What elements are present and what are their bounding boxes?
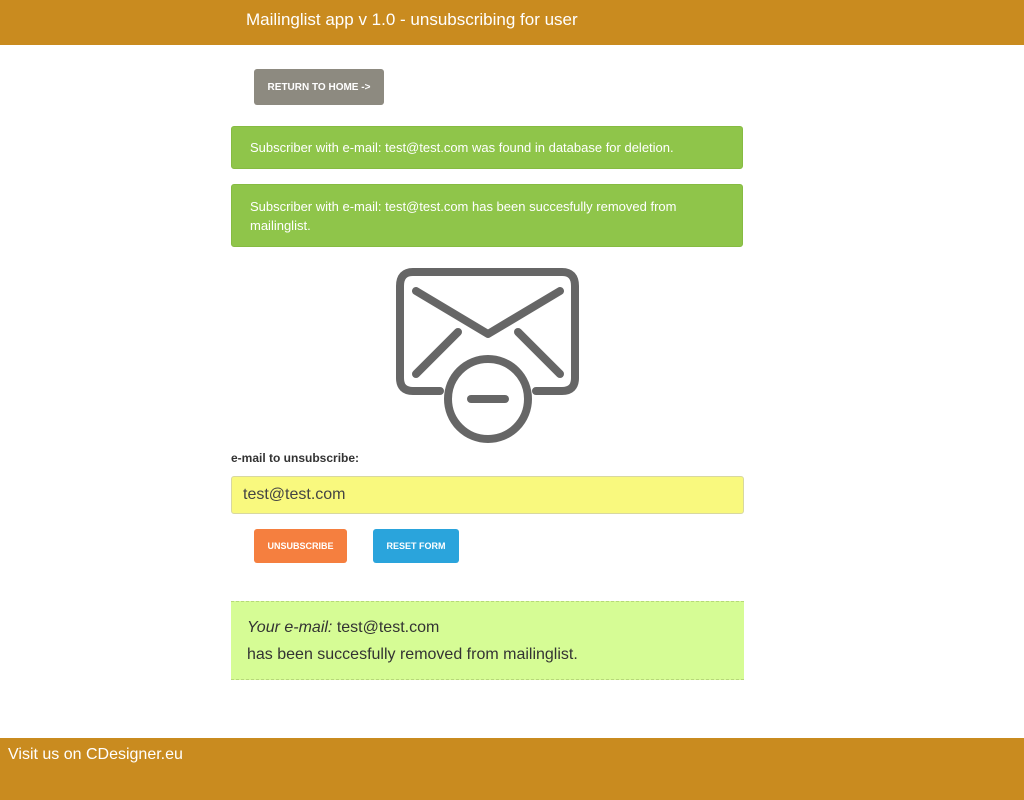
- footer-link[interactable]: Visit us on CDesigner.eu: [8, 746, 183, 764]
- result-email: test@test.com: [336, 619, 440, 636]
- result-line-email: Your e-mail: test@test.com: [247, 614, 728, 641]
- reset-form-button[interactable]: RESET FORM: [373, 529, 459, 563]
- result-panel: Your e-mail: test@test.com has been succ…: [231, 601, 744, 680]
- alert-found: Subscriber with e-mail: test@test.com wa…: [231, 126, 743, 169]
- app-footer: Visit us on CDesigner.eu: [0, 738, 1024, 800]
- app-title: Mailinglist app v 1.0 - unsubscribing fo…: [246, 10, 578, 29]
- result-message: has been succesfully removed from mailin…: [247, 646, 578, 663]
- result-label: Your e-mail:: [247, 619, 333, 636]
- unsubscribe-button[interactable]: UNSUBSCRIBE: [254, 529, 347, 563]
- email-field[interactable]: [231, 476, 744, 514]
- app-header: Mailinglist app v 1.0 - unsubscribing fo…: [0, 0, 1024, 45]
- mail-remove-icon: [396, 268, 579, 443]
- alert-removed: Subscriber with e-mail: test@test.com ha…: [231, 184, 743, 247]
- return-home-button[interactable]: RETURN TO HOME ->: [254, 69, 384, 105]
- email-field-label: e-mail to unsubscribe:: [231, 451, 360, 465]
